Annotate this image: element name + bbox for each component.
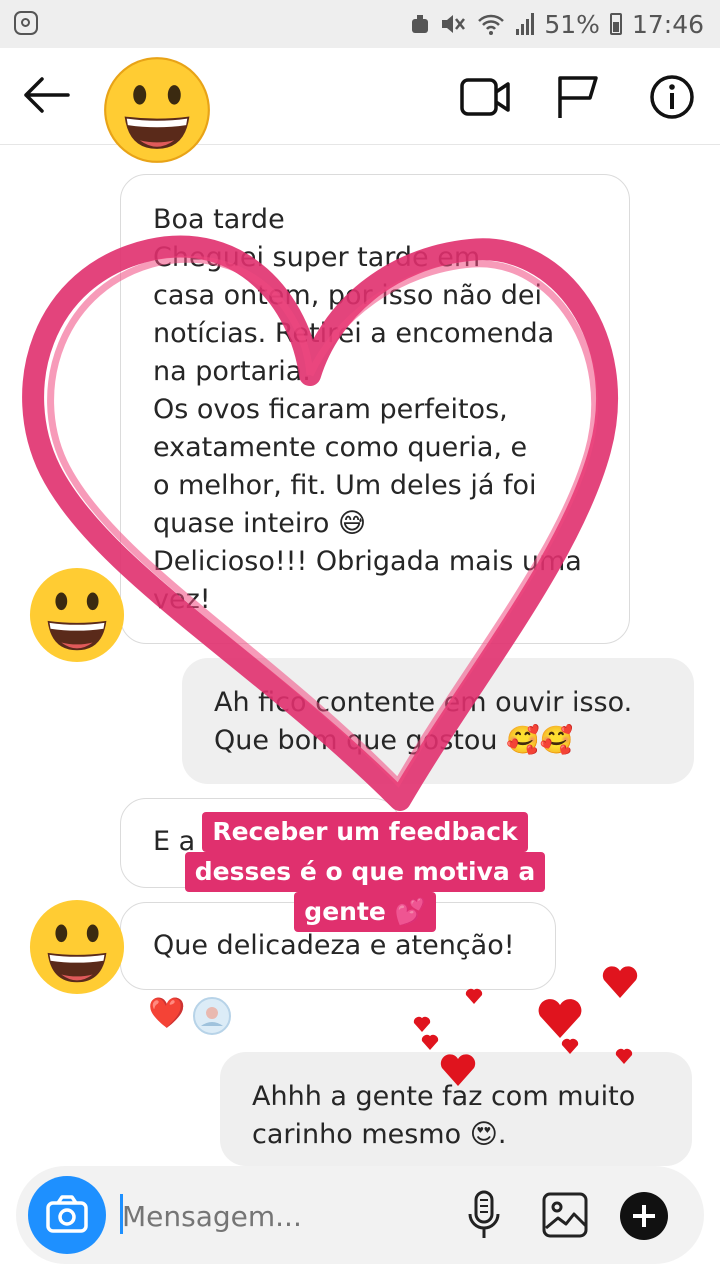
- message-line: casa ontem, por isso não dei: [153, 280, 542, 311]
- outgoing-message: Ah fico contente em ouvir isso. Que bom …: [182, 658, 694, 784]
- wifi-icon: [478, 14, 505, 35]
- camera-icon: [46, 1195, 88, 1233]
- instagram-icon: [14, 11, 38, 35]
- message-line: Cheguei super tarde em: [153, 242, 481, 273]
- flag-icon[interactable]: [550, 72, 606, 122]
- outgoing-message: Ahhh a gente faz com muito carinho mesmo…: [220, 1052, 692, 1166]
- back-arrow-icon[interactable]: [18, 70, 78, 120]
- floating-heart: [538, 999, 582, 1038]
- camera-button[interactable]: [28, 1176, 106, 1254]
- info-icon[interactable]: [646, 72, 702, 122]
- mute-icon: [442, 15, 466, 33]
- floating-heart: [465, 988, 483, 1004]
- battery-icon: [609, 13, 622, 35]
- message-line: Ah fico contente em ouvir isso.: [214, 687, 633, 718]
- message-line: Ahhh a gente faz com muito: [252, 1081, 636, 1112]
- message-line: Que bom que gostou 🥰🥰: [214, 725, 574, 756]
- floating-heart: [421, 1034, 439, 1050]
- video-call-icon[interactable]: [458, 72, 514, 122]
- message-line: exatamente como queria, e: [153, 432, 528, 463]
- sender-avatar[interactable]: [28, 898, 126, 996]
- gallery-icon[interactable]: [540, 1190, 590, 1240]
- floating-heart: [413, 1016, 431, 1032]
- signal-icon: [516, 13, 535, 35]
- microphone-icon[interactable]: [462, 1188, 506, 1242]
- message-line: na portaria.: [153, 356, 311, 387]
- alarm-icon: [412, 15, 429, 33]
- message-text: Que delicadeza e atenção!: [153, 930, 515, 961]
- caption-line: Receber um feedback: [202, 812, 528, 852]
- contact-avatar[interactable]: [103, 56, 211, 164]
- message-line: vez!: [153, 584, 211, 615]
- heart-reaction[interactable]: ❤️: [148, 996, 185, 1031]
- story-caption: Receber um feedback desses é o que motiv…: [180, 812, 550, 932]
- message-input[interactable]: [120, 1190, 464, 1242]
- clock: 17:46: [631, 9, 704, 39]
- chat-header: [0, 48, 720, 163]
- status-bar: 51% 17:46: [0, 0, 720, 48]
- reactor-avatar[interactable]: [192, 996, 232, 1036]
- message-line: quase inteiro 😅: [153, 508, 367, 539]
- message-line: Boa tarde: [153, 204, 285, 235]
- caption-line: gente 💕: [294, 892, 436, 932]
- caption-line: desses é o que motiva a: [184, 852, 546, 892]
- add-icon[interactable]: [618, 1190, 670, 1242]
- message-line: Os ovos ficaram perfeitos,: [153, 394, 508, 425]
- message-line: o melhor, fit. Um deles já foi: [153, 470, 537, 501]
- message-composer: [16, 1166, 704, 1264]
- battery-percent: 51%: [544, 9, 600, 39]
- message-line: carinho mesmo 😍.: [252, 1119, 507, 1150]
- sender-avatar[interactable]: [28, 566, 126, 664]
- message-line: notícias. Retirei a encomenda: [153, 318, 555, 349]
- floating-heart: [602, 966, 638, 998]
- status-icons: 51% 17:46: [410, 6, 704, 42]
- message-line: Delicioso!!! Obrigada mais uma: [153, 546, 582, 577]
- incoming-message: Boa tarde Cheguei super tarde em casa on…: [120, 174, 630, 644]
